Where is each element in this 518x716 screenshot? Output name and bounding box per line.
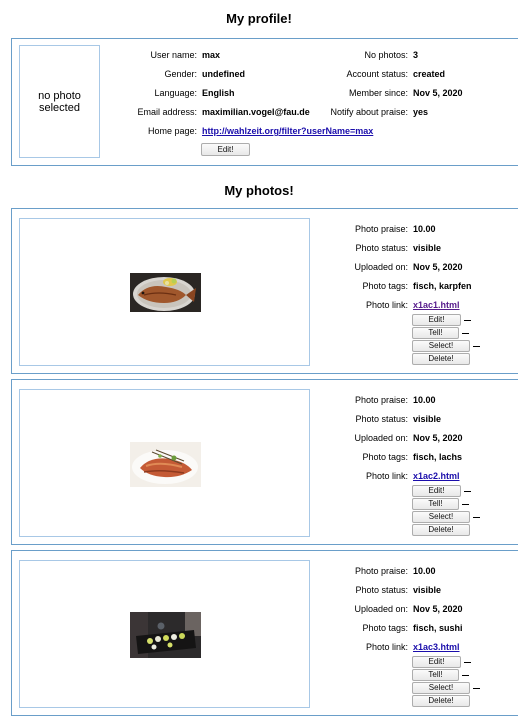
gender-value: undefined bbox=[202, 69, 245, 79]
dash-separator bbox=[473, 688, 480, 689]
photo-frame[interactable] bbox=[19, 218, 310, 366]
photo-card: Photo praise: 10.00 Photo status: visibl… bbox=[11, 379, 518, 545]
photo-link[interactable]: x1ac3.html bbox=[413, 642, 460, 652]
photo-tags-value: fisch, lachs bbox=[413, 452, 463, 462]
photo-card: Photo praise: 10.00 Photo status: visibl… bbox=[11, 208, 518, 374]
notify-praise-label: Notify about praise: bbox=[330, 107, 408, 117]
tell-button[interactable]: Tell! bbox=[412, 327, 459, 339]
user-name-value: max bbox=[202, 50, 221, 60]
email-label: Email address: bbox=[137, 107, 197, 117]
photo-status-label: Photo status: bbox=[355, 243, 408, 253]
gender-label: Gender: bbox=[164, 69, 197, 79]
edit-photo-button[interactable]: Edit! bbox=[412, 485, 461, 497]
dash-separator bbox=[464, 662, 471, 663]
photo-praise-label: Photo praise: bbox=[354, 395, 408, 405]
tell-button[interactable]: Tell! bbox=[412, 669, 459, 681]
photo-status-label: Photo status: bbox=[355, 414, 408, 424]
uploaded-on-value: Nov 5, 2020 bbox=[413, 262, 463, 272]
photo-frame[interactable] bbox=[19, 389, 310, 537]
edit-photo-button[interactable]: Edit! bbox=[412, 656, 461, 668]
photo-tags-label: Photo tags: bbox=[362, 623, 408, 633]
photo-link-label: Photo link: bbox=[365, 471, 408, 481]
dash-separator bbox=[464, 491, 471, 492]
no-photo-text: no photo selected bbox=[38, 89, 81, 114]
photo-tags-value: fisch, sushi bbox=[413, 623, 463, 633]
photo-link[interactable]: x1ac2.html bbox=[413, 471, 460, 481]
photo-praise-value: 10.00 bbox=[413, 566, 436, 576]
uploaded-on-label: Uploaded on: bbox=[354, 604, 408, 614]
carp-dish-photo[interactable] bbox=[130, 273, 201, 312]
photo-status-value: visible bbox=[413, 243, 442, 253]
photo-link-label: Photo link: bbox=[365, 300, 408, 310]
user-name-label: User name: bbox=[150, 50, 197, 60]
account-status-value: created bbox=[413, 69, 446, 79]
photo-praise-label: Photo praise: bbox=[354, 224, 408, 234]
account-status-label: Account status: bbox=[346, 69, 408, 79]
notify-praise-value: yes bbox=[413, 107, 429, 117]
uploaded-on-label: Uploaded on: bbox=[354, 262, 408, 272]
salmon-dish-photo[interactable] bbox=[130, 442, 201, 487]
delete-button[interactable]: Delete! bbox=[412, 695, 470, 707]
tell-button[interactable]: Tell! bbox=[412, 498, 459, 510]
dash-separator bbox=[462, 504, 469, 505]
photo-tags-label: Photo tags: bbox=[362, 452, 408, 462]
photo-status-label: Photo status: bbox=[355, 585, 408, 595]
language-value: English bbox=[202, 88, 235, 98]
uploaded-on-value: Nov 5, 2020 bbox=[413, 433, 463, 443]
select-button[interactable]: Select! bbox=[412, 682, 470, 694]
delete-button[interactable]: Delete! bbox=[412, 524, 470, 536]
uploaded-on-label: Uploaded on: bbox=[354, 433, 408, 443]
photo-link[interactable]: x1ac1.html bbox=[413, 300, 460, 310]
profile-heading: My profile! bbox=[226, 11, 292, 26]
photo-status-value: visible bbox=[413, 414, 442, 424]
home-page-link[interactable]: http://wahlzeit.org/filter?userName=max bbox=[202, 126, 373, 136]
profile-photo-placeholder: no photo selected bbox=[19, 45, 100, 158]
edit-profile-button[interactable]: Edit! bbox=[201, 143, 250, 156]
no-photos-value: 3 bbox=[413, 50, 419, 60]
select-button[interactable]: Select! bbox=[412, 340, 470, 352]
member-since-label: Member since: bbox=[348, 88, 408, 98]
email-value: maximilian.vogel@fau.de bbox=[202, 107, 310, 117]
delete-button[interactable]: Delete! bbox=[412, 353, 470, 365]
sushi-dish-photo[interactable] bbox=[130, 612, 201, 658]
photo-status-value: visible bbox=[413, 585, 442, 595]
language-label: Language: bbox=[154, 88, 197, 98]
photos-heading: My photos! bbox=[224, 183, 294, 198]
photo-praise-value: 10.00 bbox=[413, 224, 436, 234]
dash-separator bbox=[473, 346, 480, 347]
photo-praise-label: Photo praise: bbox=[354, 566, 408, 576]
photo-tags-value: fisch, karpfen bbox=[413, 281, 472, 291]
profile-box: no photo selected User name: max Gender:… bbox=[11, 38, 518, 166]
dash-separator bbox=[462, 675, 469, 676]
dash-separator bbox=[462, 333, 469, 334]
photo-frame[interactable] bbox=[19, 560, 310, 708]
select-button[interactable]: Select! bbox=[412, 511, 470, 523]
member-since-value: Nov 5, 2020 bbox=[413, 88, 463, 98]
uploaded-on-value: Nov 5, 2020 bbox=[413, 604, 463, 614]
edit-photo-button[interactable]: Edit! bbox=[412, 314, 461, 326]
home-page-label: Home page: bbox=[147, 126, 197, 136]
photo-tags-label: Photo tags: bbox=[362, 281, 408, 291]
photo-praise-value: 10.00 bbox=[413, 395, 436, 405]
dash-separator bbox=[473, 517, 480, 518]
dash-separator bbox=[464, 320, 471, 321]
photo-link-label: Photo link: bbox=[365, 642, 408, 652]
photo-card: Photo praise: 10.00 Photo status: visibl… bbox=[11, 550, 518, 716]
no-photos-label: No photos: bbox=[364, 50, 408, 60]
